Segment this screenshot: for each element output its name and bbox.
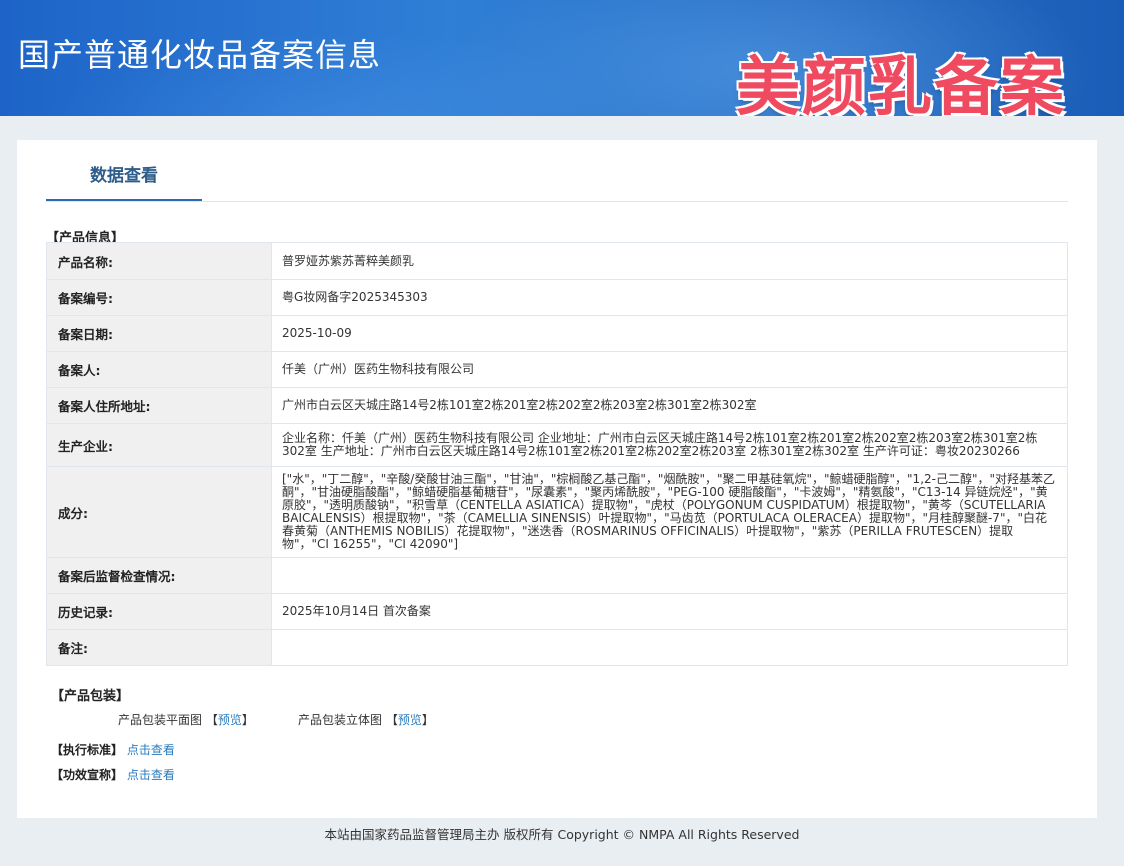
registration-number-value: 粤G妆网备字2025345303 bbox=[271, 279, 1068, 316]
standard-view-link[interactable]: 点击查看 bbox=[127, 743, 175, 757]
field-label: 备案人住所地址: bbox=[46, 387, 272, 424]
table-row: 备案后监督检查情况: bbox=[46, 557, 1068, 594]
packaging-flat-label: 产品包装平面图 bbox=[118, 713, 203, 727]
table-row: 备注: bbox=[46, 629, 1068, 666]
efficacy-row: 【功效宣称】 点击查看 bbox=[51, 766, 175, 783]
packaging-heading: 【产品包装】 bbox=[51, 689, 130, 704]
table-row: 生产企业: 企业名称：仟美（广州）医药生物科技有限公司 企业地址：广州市白云区天… bbox=[46, 423, 1068, 467]
table-row: 备案编号: 粤G妆网备字2025345303 bbox=[46, 279, 1068, 316]
watermark-overlay: 美颜乳备案 bbox=[736, 51, 1066, 116]
history-value: 2025年10月14日 首次备案 bbox=[271, 593, 1068, 630]
site-title: 国产普通化妆品备案信息 bbox=[18, 36, 382, 74]
field-label: 备案人: bbox=[46, 351, 272, 388]
inspection-value bbox=[271, 557, 1068, 594]
tab-data-view[interactable]: 数据查看 bbox=[46, 158, 202, 202]
bracket: 】 bbox=[421, 713, 434, 727]
table-row: 备案日期: 2025-10-09 bbox=[46, 315, 1068, 352]
table-row: 备案人: 仟美（广州）医药生物科技有限公司 bbox=[46, 351, 1068, 388]
table-row: 产品名称: 普罗娅苏紫苏菁粹美颜乳 bbox=[46, 242, 1068, 280]
field-label: 备案后监督检查情况: bbox=[46, 557, 272, 594]
bracket: 【 bbox=[205, 713, 218, 727]
site-header: 国产普通化妆品备案信息 美颜乳备案 bbox=[0, 0, 1124, 116]
bracket: 【 bbox=[385, 713, 398, 727]
table-row: 历史记录: 2025年10月14日 首次备案 bbox=[46, 593, 1068, 630]
registrant-value: 仟美（广州）医药生物科技有限公司 bbox=[271, 351, 1068, 388]
product-name-value: 普罗娅苏紫苏菁粹美颜乳 bbox=[271, 242, 1068, 280]
preview-solid-link[interactable]: 预览 bbox=[398, 713, 422, 727]
registration-date-value: 2025-10-09 bbox=[271, 315, 1068, 352]
field-label: 备案编号: bbox=[46, 279, 272, 316]
field-label: 生产企业: bbox=[46, 423, 272, 467]
registrant-address-value: 广州市白云区天城庄路14号2栋101室2栋201室2栋202室2栋203室2栋3… bbox=[271, 387, 1068, 424]
field-label: 历史记录: bbox=[46, 593, 272, 630]
efficacy-label: 【功效宣称】 bbox=[51, 768, 124, 782]
standard-row: 【执行标准】 点击查看 bbox=[51, 741, 175, 758]
bracket: 】 bbox=[241, 713, 254, 727]
table-row: 备案人住所地址: 广州市白云区天城庄路14号2栋101室2栋201室2栋202室… bbox=[46, 387, 1068, 424]
remarks-value bbox=[271, 629, 1068, 666]
tab-divider bbox=[46, 201, 1068, 202]
content-card: 数据查看 【产品信息】 产品名称: 普罗娅苏紫苏菁粹美颜乳 备案编号: 粤G妆网… bbox=[17, 140, 1097, 818]
packaging-flat-item: 产品包装平面图 【预览】 bbox=[118, 711, 254, 728]
table-row: 成分: ["水"，"丁二醇"，"辛酸/癸酸甘油三酯"，"甘油"，"棕榈酸乙基己酯… bbox=[46, 466, 1068, 558]
standard-label: 【执行标准】 bbox=[51, 743, 124, 757]
site-footer: 本站由国家药品监督管理局主办 版权所有 Copyright © NMPA All… bbox=[324, 827, 800, 842]
field-label: 备案日期: bbox=[46, 315, 272, 352]
packaging-solid-item: 产品包装立体图 【预览】 bbox=[298, 711, 434, 728]
ingredients-value: ["水"，"丁二醇"，"辛酸/癸酸甘油三酯"，"甘油"，"棕榈酸乙基己酯"，"烟… bbox=[271, 466, 1068, 558]
product-info-table: 产品名称: 普罗娅苏紫苏菁粹美颜乳 备案编号: 粤G妆网备字2025345303… bbox=[46, 242, 1068, 666]
efficacy-view-link[interactable]: 点击查看 bbox=[127, 768, 175, 782]
packaging-solid-label: 产品包装立体图 bbox=[298, 713, 383, 727]
field-label: 产品名称: bbox=[46, 242, 272, 280]
field-label: 备注: bbox=[46, 629, 272, 666]
field-label: 成分: bbox=[46, 466, 272, 558]
manufacturer-value: 企业名称：仟美（广州）医药生物科技有限公司 企业地址：广州市白云区天城庄路14号… bbox=[271, 423, 1068, 467]
preview-flat-link[interactable]: 预览 bbox=[218, 713, 242, 727]
